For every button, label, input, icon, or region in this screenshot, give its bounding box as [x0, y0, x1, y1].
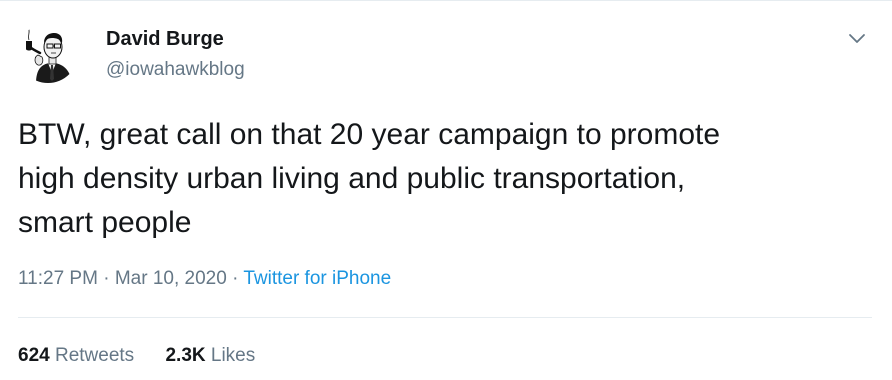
meta-separator: · — [232, 268, 239, 289]
tweet-text: BTW, great call on that 20 year campaign… — [18, 118, 721, 239]
tweet-menu-button[interactable] — [846, 27, 868, 49]
likes-label: Likes — [210, 345, 256, 366]
retweets-stat[interactable]: 624 Retweets — [18, 345, 139, 366]
avatar-caricature-icon — [18, 23, 78, 83]
meta-separator: · — [103, 268, 110, 289]
divider — [18, 317, 872, 318]
tweet-date[interactable]: Mar 10, 2020 — [115, 268, 227, 289]
tweet-card: David Burge @iowahawkblog BTW, great cal… — [0, 0, 892, 380]
tweet-source-link[interactable]: Twitter for iPhone — [243, 268, 391, 289]
author-display-name[interactable]: David Burge — [106, 28, 224, 51]
chevron-down-icon — [849, 34, 865, 43]
likes-count: 2.3K — [165, 345, 206, 366]
author-avatar[interactable] — [18, 23, 78, 83]
tweet-metadata: 11:27 PM · Mar 10, 2020 · Twitter for iP… — [18, 268, 391, 290]
likes-stat[interactable]: 2.3K Likes — [165, 345, 255, 366]
tweet-time[interactable]: 11:27 PM — [18, 268, 98, 289]
retweets-label: Retweets — [54, 345, 135, 366]
tweet-stats: 624 Retweets 2.3K Likes — [18, 345, 255, 367]
author-handle[interactable]: @iowahawkblog — [106, 59, 245, 81]
retweets-count: 624 — [18, 345, 50, 366]
